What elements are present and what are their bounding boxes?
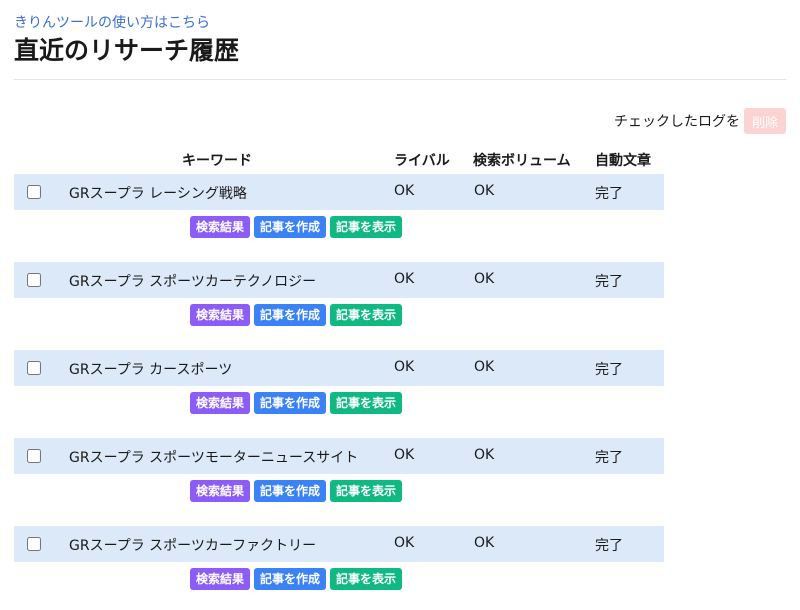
table-row-group: GRスープラ スポーツモーターニュースサイト OK OK 完了 検索結果 記事を… bbox=[14, 438, 664, 526]
row-checkbox[interactable] bbox=[27, 273, 41, 287]
create-article-button[interactable]: 記事を作成 bbox=[254, 216, 327, 238]
auto-text-cell: 完了 bbox=[595, 538, 623, 554]
keyword-cell: GRスープラ スポーツカーテクノロジー bbox=[69, 274, 317, 290]
volume-cell: OK bbox=[474, 447, 495, 463]
auto-text-cell: 完了 bbox=[595, 450, 623, 466]
volume-cell: OK bbox=[474, 183, 495, 199]
row-checkbox[interactable] bbox=[27, 361, 41, 375]
bulk-action-label: チェックしたログを bbox=[613, 114, 740, 130]
help-link[interactable]: きりんツールの使い方はこちら bbox=[14, 14, 210, 32]
create-article-button[interactable]: 記事を作成 bbox=[254, 392, 327, 414]
table-row: GRスープラ カースポーツ OK OK 完了 bbox=[14, 350, 664, 386]
volume-cell: OK bbox=[474, 271, 495, 287]
rival-cell: OK bbox=[394, 535, 415, 551]
row-actions: 検索結果 記事を作成 記事を表示 bbox=[190, 392, 403, 414]
search-results-button[interactable]: 検索結果 bbox=[190, 304, 251, 326]
create-article-button[interactable]: 記事を作成 bbox=[254, 480, 327, 502]
rival-cell: OK bbox=[394, 447, 415, 463]
table-row-group: GRスープラ レーシング戦略 OK OK 完了 検索結果 記事を作成 記事を表示 bbox=[14, 174, 664, 262]
show-article-button[interactable]: 記事を表示 bbox=[330, 392, 403, 414]
bulk-action-bar: チェックしたログを 削除 bbox=[614, 108, 786, 134]
search-results-button[interactable]: 検索結果 bbox=[190, 216, 251, 238]
table-row-group: GRスープラ カースポーツ OK OK 完了 検索結果 記事を作成 記事を表示 bbox=[14, 350, 664, 438]
show-article-button[interactable]: 記事を表示 bbox=[330, 568, 403, 590]
column-header-keyword: キーワード bbox=[182, 153, 252, 169]
show-article-button[interactable]: 記事を表示 bbox=[330, 304, 403, 326]
keyword-cell: GRスープラ レーシング戦略 bbox=[69, 186, 247, 202]
create-article-button[interactable]: 記事を作成 bbox=[254, 568, 327, 590]
show-article-button[interactable]: 記事を表示 bbox=[330, 216, 403, 238]
auto-text-cell: 完了 bbox=[595, 186, 623, 202]
keyword-cell: GRスープラ スポーツモーターニュースサイト bbox=[69, 450, 359, 466]
column-header-auto-text: 自動文章 bbox=[595, 153, 651, 169]
column-header-rival: ライバル bbox=[394, 153, 450, 169]
volume-cell: OK bbox=[474, 359, 495, 375]
research-history-table: キーワード ライバル 検索ボリューム 自動文章 GRスープラ レーシング戦略 O… bbox=[14, 144, 664, 610]
rival-cell: OK bbox=[394, 271, 415, 287]
volume-cell: OK bbox=[474, 535, 495, 551]
row-actions: 検索結果 記事を作成 記事を表示 bbox=[190, 216, 403, 238]
table-header: キーワード ライバル 検索ボリューム 自動文章 bbox=[14, 144, 664, 174]
search-results-button[interactable]: 検索結果 bbox=[190, 568, 251, 590]
table-row: GRスープラ スポーツカーファクトリー OK OK 完了 bbox=[14, 526, 664, 562]
table-row-group: GRスープラ スポーツカーテクノロジー OK OK 完了 検索結果 記事を作成 … bbox=[14, 262, 664, 350]
row-checkbox[interactable] bbox=[27, 537, 41, 551]
table-row: GRスープラ スポーツカーテクノロジー OK OK 完了 bbox=[14, 262, 664, 298]
header-divider bbox=[14, 79, 786, 80]
search-results-button[interactable]: 検索結果 bbox=[190, 392, 251, 414]
search-results-button[interactable]: 検索結果 bbox=[190, 480, 251, 502]
row-actions: 検索結果 記事を作成 記事を表示 bbox=[190, 568, 403, 590]
auto-text-cell: 完了 bbox=[595, 274, 623, 290]
column-header-volume: 検索ボリューム bbox=[473, 153, 571, 169]
row-checkbox[interactable] bbox=[27, 185, 41, 199]
page-title: 直近のリサーチ履歴 bbox=[14, 36, 240, 65]
keyword-cell: GRスープラ スポーツカーファクトリー bbox=[69, 538, 317, 554]
delete-button[interactable]: 削除 bbox=[743, 108, 786, 134]
row-actions: 検索結果 記事を作成 記事を表示 bbox=[190, 480, 403, 502]
rival-cell: OK bbox=[394, 183, 415, 199]
row-actions: 検索結果 記事を作成 記事を表示 bbox=[190, 304, 403, 326]
show-article-button[interactable]: 記事を表示 bbox=[330, 480, 403, 502]
create-article-button[interactable]: 記事を作成 bbox=[254, 304, 327, 326]
rival-cell: OK bbox=[394, 359, 415, 375]
keyword-cell: GRスープラ カースポーツ bbox=[69, 362, 233, 378]
row-checkbox[interactable] bbox=[27, 449, 41, 463]
table-row: GRスープラ スポーツモーターニュースサイト OK OK 完了 bbox=[14, 438, 664, 474]
table-row: GRスープラ レーシング戦略 OK OK 完了 bbox=[14, 174, 664, 210]
auto-text-cell: 完了 bbox=[595, 362, 623, 378]
research-history-page: きりんツールの使い方はこちら 直近のリサーチ履歴 チェックしたログを 削除 キー… bbox=[0, 0, 800, 610]
table-row-group: GRスープラ スポーツカーファクトリー OK OK 完了 検索結果 記事を作成 … bbox=[14, 526, 664, 610]
